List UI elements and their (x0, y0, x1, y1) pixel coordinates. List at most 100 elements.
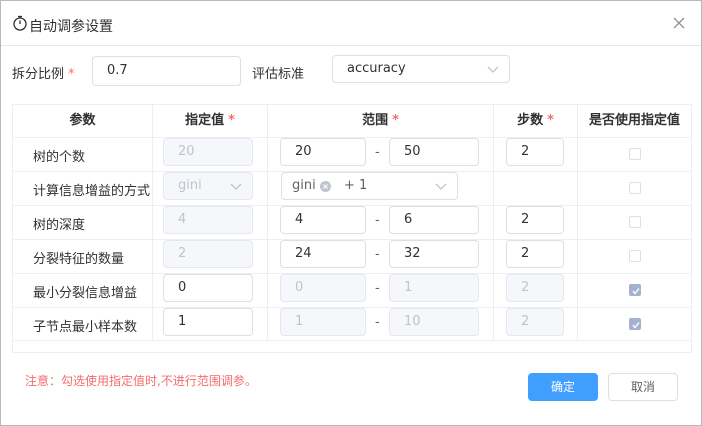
chevron-down-icon (230, 183, 242, 190)
use-value-checkbox[interactable] (629, 318, 641, 330)
range-max-input[interactable]: 32 (389, 240, 479, 268)
gini-tag: gini (292, 178, 316, 193)
range-max-input[interactable]: 6 (389, 206, 479, 234)
required-mark: * (228, 113, 235, 128)
note-text: 注意：勾选使用指定值时,不进行范围调参。 (25, 374, 257, 388)
use-value-checkbox[interactable] (629, 284, 641, 296)
step-input[interactable]: 2 (506, 274, 564, 302)
stopwatch-icon (13, 15, 27, 31)
range-max-input[interactable]: 10 (389, 308, 479, 336)
value-input[interactable]: 1 (163, 308, 253, 336)
range-max-input[interactable]: 1 (389, 274, 479, 302)
range-min-input[interactable]: 20 (280, 138, 366, 166)
metric-value: accuracy (347, 61, 406, 76)
value-input[interactable]: 4 (163, 206, 253, 234)
step-input[interactable]: 2 (506, 138, 564, 166)
use-value-checkbox[interactable] (629, 148, 641, 160)
row-name: 子节点最小样本数 (33, 320, 138, 335)
range-max-text: 32 (404, 246, 421, 261)
dialog-title: 自动调参设置 (29, 19, 113, 35)
range-min-input[interactable]: 4 (280, 206, 366, 234)
use-value-checkbox[interactable] (629, 182, 641, 194)
cancel-button[interactable]: 取消 (608, 373, 678, 401)
step-text: 2 (521, 212, 530, 227)
header-value-text: 指定值 (185, 113, 225, 128)
auto-tune-dialog: 自动调参设置 拆分比例 * 0.7 评估标准 accuracy 参数 指定值 * 范… (0, 0, 702, 426)
value-input[interactable]: 2 (163, 240, 253, 268)
divider (152, 105, 153, 340)
range-max-text: 1 (404, 280, 413, 295)
divider (267, 105, 268, 340)
confirm-button[interactable]: 确定 (528, 373, 598, 401)
step-input[interactable]: 2 (506, 240, 564, 268)
value-text: 2 (178, 246, 187, 261)
range-max-text: 50 (404, 144, 421, 159)
range-min-text: 0 (295, 280, 304, 295)
range-min-input[interactable]: 0 (280, 274, 366, 302)
value-text: gini (178, 178, 202, 193)
range-dash: - (375, 315, 380, 330)
step-text: 2 (521, 246, 530, 261)
step-text: 2 (521, 280, 530, 295)
value-select[interactable]: gini (163, 172, 253, 200)
range-max-text: 10 (404, 314, 421, 329)
chevron-down-icon (487, 66, 499, 73)
range-dash: - (375, 145, 380, 160)
row-name: 计算信息增益的方式 (33, 184, 151, 199)
range-min-input[interactable]: 1 (280, 308, 366, 336)
close-icon[interactable] (671, 15, 687, 31)
required-mark: * (547, 113, 554, 128)
split-ratio-value: 0.7 (107, 63, 128, 78)
use-value-checkbox[interactable] (629, 216, 641, 228)
range-multi-select[interactable]: gini + 1 (281, 172, 458, 200)
range-min-input[interactable]: 24 (280, 240, 366, 268)
range-max-text: 6 (404, 212, 413, 227)
value-input[interactable]: 20 (163, 138, 253, 166)
range-dash: - (375, 247, 380, 262)
divider (13, 340, 691, 341)
header-use: 是否使用指定值 (588, 113, 680, 128)
row-name: 树的个数 (33, 150, 86, 165)
check-icon (632, 288, 640, 295)
param-table: 参数 指定值 * 范围 * 步数 * 是否使用指定值 树的个数 20 20 - 50 … (12, 104, 692, 353)
chevron-down-icon (435, 183, 447, 190)
range-min-text: 20 (295, 144, 312, 159)
range-min-text: 1 (295, 314, 304, 329)
step-text: 2 (521, 144, 530, 159)
more-count-tag: + 1 (344, 178, 368, 193)
row-name: 最小分裂信息增益 (33, 286, 138, 301)
value-text: 20 (178, 144, 195, 159)
step-text: 2 (521, 314, 530, 329)
tag-close-icon[interactable] (320, 181, 331, 192)
step-input[interactable]: 2 (506, 206, 564, 234)
range-min-text: 24 (295, 246, 312, 261)
split-ratio-label: 拆分比例 * (12, 63, 75, 82)
divider (493, 105, 494, 340)
value-input[interactable]: 0 (163, 274, 253, 302)
divider (577, 105, 578, 340)
split-ratio-label-text: 拆分比例 (12, 67, 65, 82)
header-param: 参数 (69, 113, 96, 128)
step-input[interactable]: 2 (506, 308, 564, 336)
metric-select[interactable]: accuracy (332, 55, 510, 83)
header-value: 指定值 * (153, 105, 267, 137)
header-range: 范围 * (268, 105, 493, 137)
range-dash: - (375, 281, 380, 296)
header-step-text: 步数 (517, 113, 544, 128)
range-min-text: 4 (295, 212, 304, 227)
dialog-header: 自动调参设置 (1, 1, 701, 46)
value-text: 1 (178, 314, 187, 329)
range-dash: - (375, 213, 380, 228)
check-icon (632, 322, 640, 329)
range-max-input[interactable]: 50 (389, 138, 479, 166)
metric-label: 评估标准 (252, 67, 305, 82)
header-step: 步数 * (494, 105, 577, 137)
row-name: 分裂特征的数量 (33, 252, 125, 267)
required-mark: * (392, 113, 399, 128)
header-range-text: 范围 (362, 113, 389, 128)
value-text: 0 (178, 280, 187, 295)
split-ratio-input[interactable]: 0.7 (92, 56, 241, 86)
value-text: 4 (178, 212, 187, 227)
use-value-checkbox[interactable] (629, 250, 641, 262)
required-mark: * (68, 67, 75, 82)
